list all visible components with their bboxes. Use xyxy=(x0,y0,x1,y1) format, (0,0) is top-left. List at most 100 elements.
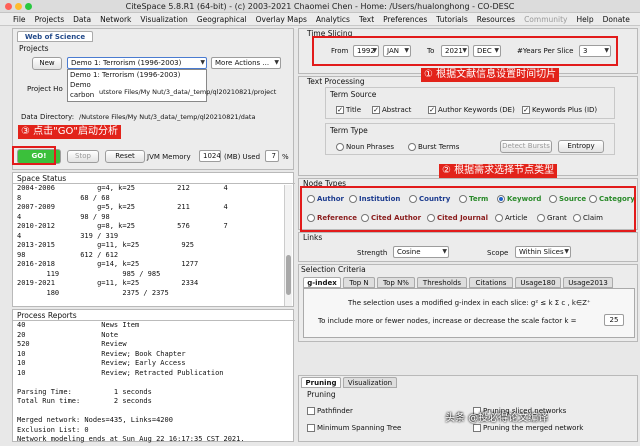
process-report-line: 10 Review; Retracted Publication xyxy=(17,368,224,377)
time-slicing-highlight xyxy=(312,36,618,66)
radio-icon xyxy=(408,143,416,151)
menu-projects[interactable]: Projects xyxy=(35,15,65,24)
mst-label: Minimum Spanning Tree xyxy=(317,424,402,432)
checkbox-checked-icon: ✓ xyxy=(428,106,436,114)
menu-network[interactable]: Network xyxy=(100,15,131,24)
source-keywords-plus-checkbox[interactable]: ✓ Keywords Plus (ID) xyxy=(522,106,597,114)
tab-top-n[interactable]: Top N xyxy=(343,277,375,288)
tab-web-of-science[interactable]: Web of Science xyxy=(17,31,93,42)
tab-g-index[interactable]: g-index xyxy=(303,277,341,288)
links-panel: Links Strength Cosine ▼ Scope Within Slic… xyxy=(298,232,638,262)
pruning-title: Pruning xyxy=(307,390,336,399)
burst-terms-label: Burst Terms xyxy=(418,143,460,151)
term-source-title: Term Source xyxy=(330,90,377,99)
menu-tutorials[interactable]: Tutorials xyxy=(436,15,467,24)
project-home-label: Project Ho xyxy=(27,85,63,93)
chevron-down-icon: ▼ xyxy=(200,59,205,66)
noun-phrases-label: Noun Phrases xyxy=(346,143,395,151)
entropy-button[interactable]: Entropy xyxy=(558,140,604,153)
menu-preferences[interactable]: Preferences xyxy=(383,15,427,24)
detect-bursts-button[interactable]: Detect Bursts xyxy=(500,140,552,153)
g-index-description: The selection uses a modified g-index in… xyxy=(348,299,591,307)
stop-button[interactable]: Stop xyxy=(67,150,99,163)
more-actions-label: More Actions ... xyxy=(215,59,270,67)
checkbox-icon xyxy=(473,424,481,432)
checkbox-checked-icon: ✓ xyxy=(522,106,530,114)
menu-data[interactable]: Data xyxy=(73,15,91,24)
chevron-down-icon: ▼ xyxy=(564,248,569,255)
tab-top-n-percent[interactable]: Top N% xyxy=(377,277,415,288)
pruning-merged-checkbox[interactable]: Pruning the merged network xyxy=(473,424,583,432)
menu-bar: File Projects Data Network Visualization… xyxy=(0,13,640,26)
tab-citations[interactable]: Citations xyxy=(469,277,513,288)
dropdown-option-demo1[interactable]: Demo 1: Terrorism (1996-2003) xyxy=(70,70,206,80)
project-select[interactable]: Demo 1: Terrorism (1996-2003) ▼ xyxy=(67,57,207,69)
pathfinder-checkbox[interactable]: Pathfinder xyxy=(307,407,353,415)
space-status-scrollbar[interactable] xyxy=(284,185,292,306)
tab-visualization[interactable]: Visualization xyxy=(343,377,397,388)
source-abstract-label: Abstract xyxy=(382,106,412,114)
selection-criteria-panel: Selection Criteria g-index Top N Top N% … xyxy=(298,264,638,342)
tab-usage2013[interactable]: Usage2013 xyxy=(563,277,613,288)
scrollbar-thumb[interactable] xyxy=(286,255,291,295)
reset-button[interactable]: Reset xyxy=(105,150,145,163)
menu-community[interactable]: Community xyxy=(524,15,567,24)
menu-visualization[interactable]: Visualization xyxy=(140,15,187,24)
noun-phrases-radio[interactable]: Noun Phrases xyxy=(336,143,394,151)
new-project-button[interactable]: New xyxy=(32,57,62,70)
chevron-down-icon: ▼ xyxy=(442,248,447,255)
more-actions-select[interactable]: More Actions ... ▼ xyxy=(211,57,281,69)
menu-help[interactable]: Help xyxy=(576,15,593,24)
scope-select[interactable]: Within Slices ▼ xyxy=(515,246,571,258)
pruning-merged-label: Pruning the merged network xyxy=(483,424,584,432)
memory-used-unit: % xyxy=(282,153,289,161)
jvm-memory-value: 1024 xyxy=(199,150,221,162)
window-title: CiteSpace 5.8.R1 (64-bit) - (c) 2003-202… xyxy=(125,2,515,11)
annotation-node-types: ② 根据需求选择节点类型 xyxy=(439,164,558,178)
project-dropdown-list: Demo 1: Terrorism (1996-2003) Demo carbo… xyxy=(67,69,207,102)
links-title: Links xyxy=(303,233,323,242)
menu-overlay-maps[interactable]: Overlay Maps xyxy=(256,15,307,24)
project-select-value: Demo 1: Terrorism (1996-2003) xyxy=(71,59,182,67)
checkbox-icon xyxy=(307,424,315,432)
process-reports-title: Process Reports xyxy=(17,311,77,320)
source-author-keywords-label: Author Keywords (DE) xyxy=(438,106,515,114)
menu-donate[interactable]: Donate xyxy=(603,15,630,24)
mst-checkbox[interactable]: Minimum Spanning Tree xyxy=(307,424,401,432)
source-author-keywords-checkbox[interactable]: ✓ Author Keywords (DE) xyxy=(428,106,515,114)
minimize-window-icon[interactable] xyxy=(15,3,22,10)
strength-select[interactable]: Cosine ▼ xyxy=(393,246,449,258)
scale-factor-k-input[interactable]: 25 xyxy=(604,314,624,326)
memory-used-value: 7 xyxy=(265,150,279,162)
menu-file[interactable]: File xyxy=(13,15,26,24)
process-reports-panel: Process Reports 40 News Item 20 Note 520 R… xyxy=(12,309,295,443)
scope-label: Scope xyxy=(487,249,509,257)
menu-resources[interactable]: Resources xyxy=(477,15,515,24)
tab-thresholds[interactable]: Thresholds xyxy=(417,277,467,288)
data-directory-path: /Nutstore Files/My Nut/3_data/_temp/ql20… xyxy=(79,113,256,121)
process-report-line: Total Run time: 2 seconds xyxy=(17,397,152,405)
source-title-checkbox[interactable]: ✓ Title xyxy=(336,106,361,114)
menu-text[interactable]: Text xyxy=(359,15,374,24)
watermark: 头条 @投必得论文编译 xyxy=(445,413,549,424)
jvm-used-label: (MB) Used xyxy=(224,153,261,161)
term-type-group: Term Type Noun Phrases Burst Terms Detec… xyxy=(325,123,615,155)
text-processing-panel: Text Processing Term Source ✓ Title ✓ Abst… xyxy=(298,76,638,176)
menu-geographical[interactable]: Geographical xyxy=(197,15,247,24)
selection-criteria-title: Selection Criteria xyxy=(301,265,366,274)
burst-terms-radio[interactable]: Burst Terms xyxy=(408,143,459,151)
annotation-go: ③ 点击"GO"启动分析 xyxy=(18,125,121,139)
annotation-time-slicing: ① 根据文献信息设置时间切片 xyxy=(421,68,560,82)
process-report-line: Network modeling ends at Sun Aug 22 16:1… xyxy=(17,435,245,443)
source-title-label: Title xyxy=(346,106,362,114)
tab-usage180[interactable]: Usage180 xyxy=(515,277,561,288)
tab-pruning[interactable]: Pruning xyxy=(301,377,341,388)
maximize-window-icon[interactable] xyxy=(25,3,32,10)
node-types-highlight xyxy=(300,186,636,232)
space-status-line: 180 2375 / 2375 xyxy=(17,288,169,297)
close-window-icon[interactable] xyxy=(5,3,12,10)
menu-analytics[interactable]: Analytics xyxy=(316,15,350,24)
source-abstract-checkbox[interactable]: ✓ Abstract xyxy=(372,106,411,114)
chevron-down-icon: ▼ xyxy=(274,59,279,66)
term-source-group: Term Source ✓ Title ✓ Abstract ✓ Author Key… xyxy=(325,87,615,119)
